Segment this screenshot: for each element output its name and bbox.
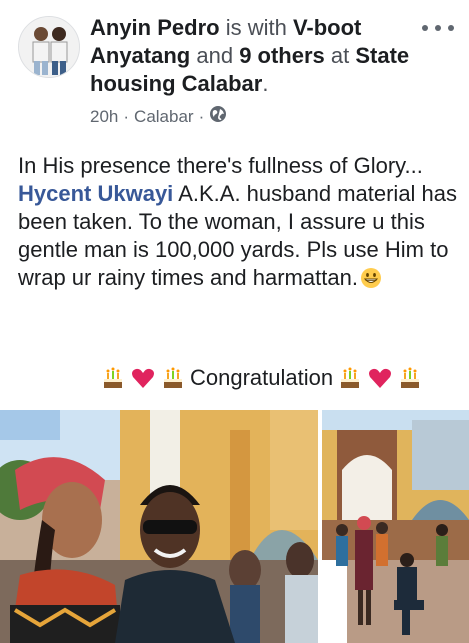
- heart-icon: [130, 365, 156, 391]
- cake-icon: [160, 365, 186, 391]
- and-text: and: [190, 43, 240, 68]
- congrats-line: Congratulation: [100, 362, 440, 394]
- post-headline: Anyin Pedro is with V-boot Anyatang and …: [90, 14, 420, 98]
- post-text-start: In His presence there's fullness of Glor…: [18, 153, 423, 178]
- cake-icon: [337, 365, 363, 391]
- more-dot: [448, 25, 454, 31]
- heart-icon: [367, 365, 393, 391]
- post-place[interactable]: Calabar: [134, 107, 194, 127]
- cake-icon: [397, 365, 423, 391]
- more-dot: [435, 25, 441, 31]
- post-photo-couple[interactable]: [0, 410, 318, 643]
- cake-icon: [100, 365, 126, 391]
- author-name[interactable]: Anyin Pedro: [90, 15, 220, 40]
- more-options-button[interactable]: [422, 18, 454, 38]
- grinning-face-icon: [360, 267, 382, 296]
- more-dots-icon: [422, 25, 428, 31]
- post-photo-proposal[interactable]: [322, 410, 469, 643]
- at-text: at: [324, 43, 356, 68]
- mention-link[interactable]: Hycent Ukwayi: [18, 181, 173, 206]
- post-time[interactable]: 20h: [90, 107, 118, 127]
- with-text: is with: [219, 15, 293, 40]
- meta-separator: ·: [198, 106, 205, 126]
- headline-period: .: [262, 71, 269, 96]
- globe-icon[interactable]: [209, 105, 227, 128]
- post-meta: 20h · Calabar ·: [90, 105, 227, 128]
- post-header: Anyin Pedro is with V-boot Anyatang and …: [0, 0, 469, 140]
- photo-grid: [0, 410, 469, 643]
- congrats-text: Congratulation: [190, 365, 334, 390]
- author-avatar[interactable]: [18, 16, 80, 78]
- post-body: In His presence there's fullness of Glor…: [18, 152, 458, 296]
- tagged-others[interactable]: 9 others: [239, 43, 325, 68]
- meta-separator: ·: [123, 106, 130, 126]
